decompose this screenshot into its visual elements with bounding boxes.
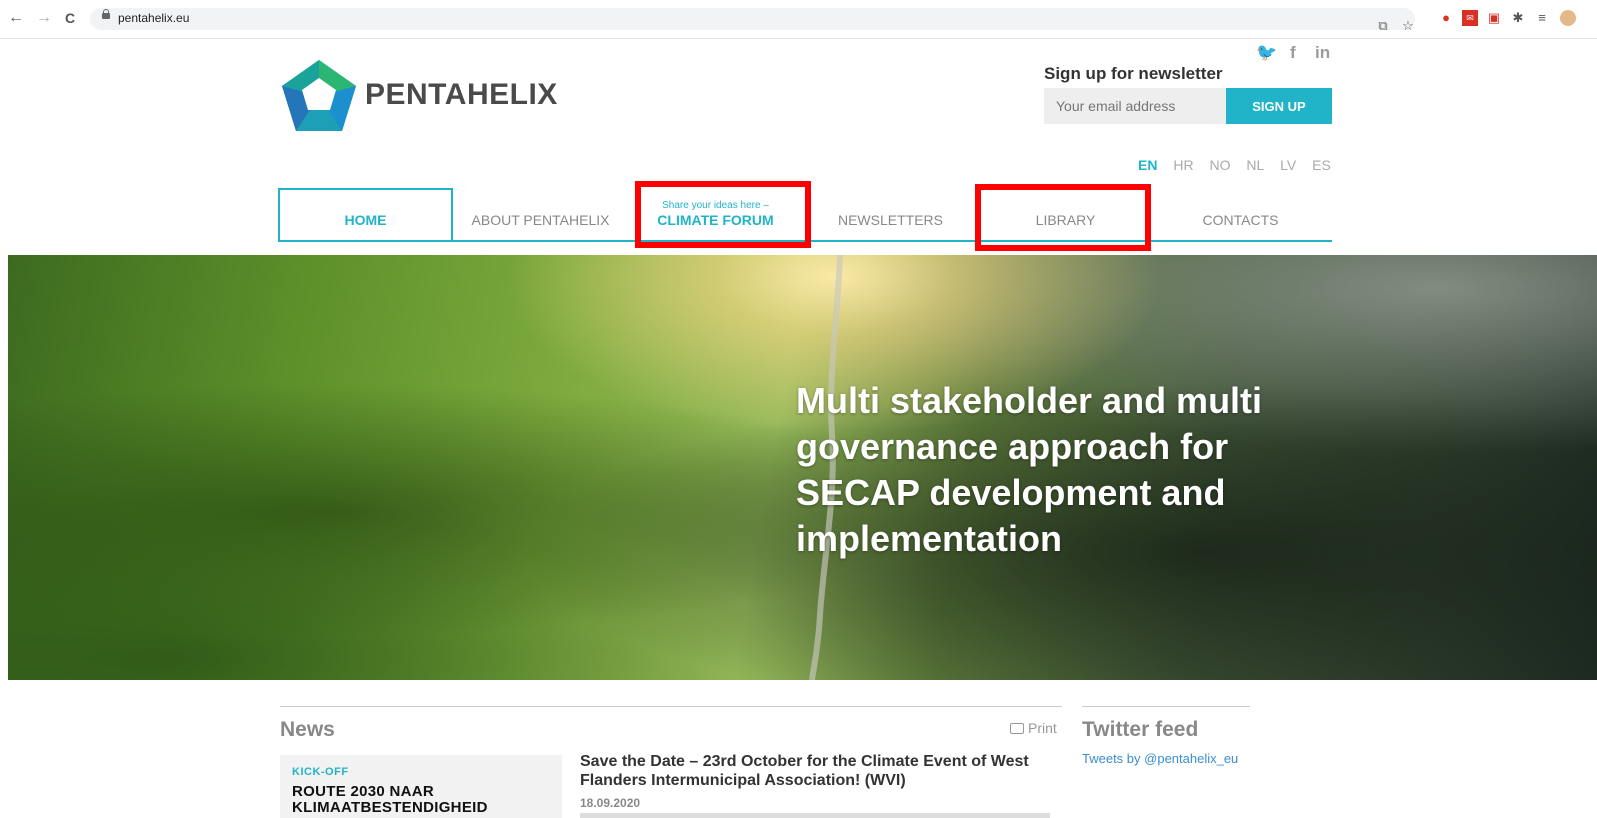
twitter-divider xyxy=(1082,706,1250,707)
news-divider xyxy=(280,706,1062,707)
news-thumb-headline-line2: KLIMAATBESTENDIGHEID xyxy=(292,799,488,816)
address-bar[interactable]: pentahelix.eu ⧉ ☆ xyxy=(90,8,1415,33)
news-excerpt-placeholder xyxy=(580,813,1050,818)
logo-text[interactable]: PENTAHELIX xyxy=(365,78,558,112)
extensions-puzzle-icon[interactable]: ✱ xyxy=(1510,10,1526,26)
news-thumb-headline-line1: ROUTE 2030 NAAR xyxy=(292,783,435,800)
linkedin-icon[interactable]: in xyxy=(1315,43,1330,63)
lang-es[interactable]: ES xyxy=(1312,157,1331,173)
news-headline-link[interactable]: Save the Date – 23rd October for the Cli… xyxy=(580,752,1060,790)
nav-contacts-label: CONTACTS xyxy=(1202,212,1279,228)
reload-icon[interactable]: C xyxy=(60,8,80,28)
newsletter-title: Sign up for newsletter xyxy=(1044,64,1223,83)
pentahelix-logo-icon[interactable] xyxy=(280,58,358,134)
lang-en[interactable]: EN xyxy=(1138,157,1157,173)
twitter-feed-link[interactable]: Tweets by @pentahelix_eu xyxy=(1082,751,1238,766)
highlight-box-climate-forum xyxy=(635,181,811,248)
browser-toolbar: ← → C pentahelix.eu ⧉ ☆ ● ✉ ▣ ✱ ≡ xyxy=(0,0,1597,39)
highlight-box-library xyxy=(975,184,1151,251)
news-section-title: News xyxy=(280,718,335,741)
url-text: pentahelix.eu xyxy=(118,11,190,25)
news-thumb-tag: KICK-OFF xyxy=(292,766,349,778)
forward-arrow-icon[interactable]: → xyxy=(34,8,54,28)
sign-up-button[interactable]: SIGN UP xyxy=(1226,88,1332,124)
nav-about-label: ABOUT PENTAHELIX xyxy=(471,212,610,228)
twitter-icon[interactable]: 🐦 xyxy=(1256,43,1277,63)
reading-list-icon[interactable]: ≡ xyxy=(1534,10,1550,26)
nav-home[interactable]: HOME xyxy=(278,188,453,240)
language-switcher: EN HR NO NL LV ES xyxy=(1138,157,1331,173)
nav-contacts[interactable]: CONTACTS xyxy=(1153,188,1328,240)
news-date: 18.09.2020 xyxy=(580,796,641,810)
print-label: Print xyxy=(1028,720,1057,736)
opera-extension-icon[interactable]: ● xyxy=(1438,10,1454,26)
print-link[interactable]: Print xyxy=(1010,720,1057,736)
twitter-feed-title: Twitter feed xyxy=(1082,718,1199,741)
lang-hr[interactable]: HR xyxy=(1173,157,1193,173)
profile-avatar[interactable] xyxy=(1560,10,1576,26)
nav-about[interactable]: ABOUT PENTAHELIX xyxy=(453,188,628,240)
lock-icon xyxy=(102,9,110,19)
lang-lv[interactable]: LV xyxy=(1280,157,1296,173)
hero-title: Multi stakeholder and multi governance a… xyxy=(796,380,1263,559)
newsletter-email-input[interactable] xyxy=(1044,88,1226,124)
pocket-extension-icon[interactable]: ▣ xyxy=(1486,10,1502,26)
print-icon xyxy=(1010,723,1024,734)
news-thumbnail[interactable]: KICK-OFF ROUTE 2030 NAAR KLIMAATBESTENDI… xyxy=(280,755,562,818)
back-arrow-icon[interactable]: ← xyxy=(6,8,26,28)
star-icon[interactable]: ☆ xyxy=(1400,18,1416,34)
mail-extension-icon[interactable]: ✉ xyxy=(1462,10,1478,26)
nav-newsletters-label: NEWSLETTERS xyxy=(837,212,943,228)
nav-newsletters[interactable]: NEWSLETTERS xyxy=(803,188,978,240)
lang-no[interactable]: NO xyxy=(1209,157,1230,173)
lang-nl[interactable]: NL xyxy=(1246,157,1264,173)
translate-icon[interactable]: ⧉ xyxy=(1375,18,1391,34)
nav-home-label: HOME xyxy=(344,212,387,228)
news-thumb-headline: ROUTE 2030 NAAR KLIMAATBESTENDIGHEID xyxy=(292,784,488,816)
facebook-icon[interactable]: f xyxy=(1290,43,1296,63)
